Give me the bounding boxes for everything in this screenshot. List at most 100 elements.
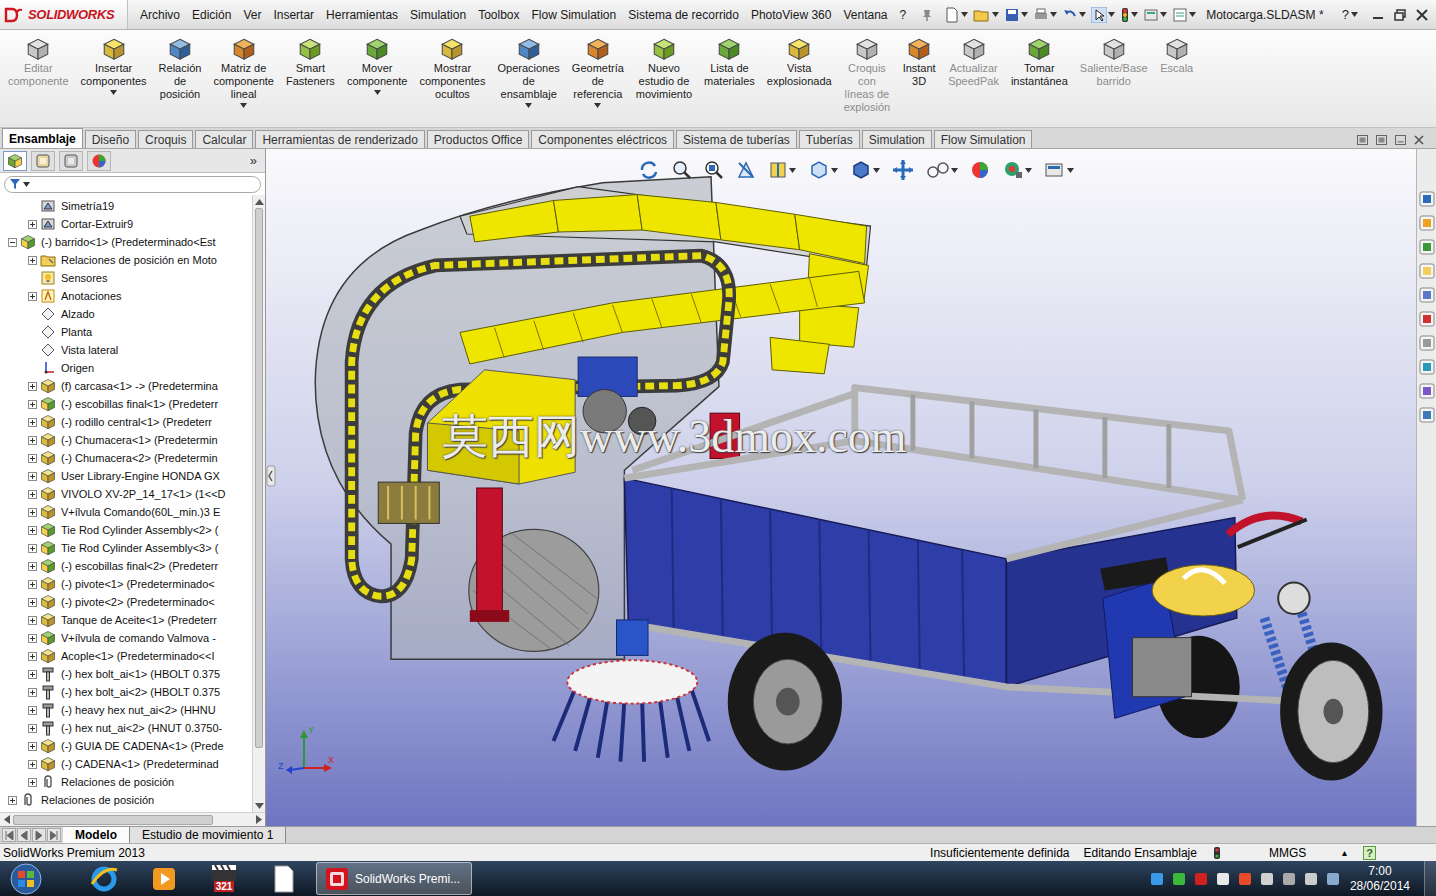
tree-item[interactable]: (-) Chumacera<2> (Predetermin bbox=[0, 449, 252, 467]
tree-expander[interactable] bbox=[26, 254, 38, 266]
minimize-icon[interactable] bbox=[1372, 9, 1384, 21]
expand-icon[interactable] bbox=[28, 418, 37, 427]
tree-item[interactable]: (-) rodillo central<1> (Predeterr bbox=[0, 413, 252, 431]
tree-item[interactable]: Relaciones de posición bbox=[0, 773, 252, 791]
task-pane-tab-icon[interactable] bbox=[1419, 333, 1435, 353]
first-tab-icon[interactable] bbox=[2, 828, 16, 842]
expand-icon[interactable] bbox=[28, 526, 37, 535]
tree-item[interactable]: Relaciones de posición bbox=[0, 791, 252, 809]
tree-item[interactable]: (f) carcasa<1> -> (Predetermina bbox=[0, 377, 252, 395]
expand-icon[interactable] bbox=[28, 436, 37, 445]
ribbon-button[interactable]: Matriz decomponentelineal bbox=[207, 30, 280, 109]
tree-item[interactable]: Planta bbox=[0, 323, 252, 341]
tray-icon[interactable] bbox=[1238, 872, 1252, 886]
panel-tab[interactable] bbox=[31, 151, 55, 171]
tree-expander[interactable] bbox=[26, 578, 38, 590]
task-pane-tab-icon[interactable] bbox=[1419, 405, 1435, 425]
expand-icon[interactable] bbox=[28, 652, 37, 661]
menu-item[interactable]: Herramientas bbox=[320, 6, 404, 24]
tree-item[interactable]: Relaciones de posición en Moto bbox=[0, 251, 252, 269]
tree-item[interactable]: (-) hex bolt_ai<2> (HBOLT 0.375 bbox=[0, 683, 252, 701]
tree-item[interactable]: (-) heavy hex nut_ai<2> (HHNU bbox=[0, 701, 252, 719]
expand-icon[interactable] bbox=[28, 544, 37, 553]
view-tool-button[interactable] bbox=[704, 160, 724, 180]
tree-item[interactable]: Sensores bbox=[0, 269, 252, 287]
minimize-view-icon[interactable] bbox=[1395, 135, 1406, 145]
dropdown-arrow-icon[interactable] bbox=[525, 103, 532, 108]
tray-icon[interactable] bbox=[1194, 872, 1208, 886]
ribbon-button[interactable]: Tomarinstantánea bbox=[1005, 30, 1074, 96]
task-pane-tab-icon[interactable] bbox=[1419, 381, 1435, 401]
clock[interactable]: 7:0028/06/2014 bbox=[1350, 864, 1424, 894]
expand-icon[interactable] bbox=[28, 454, 37, 463]
expand-icon[interactable] bbox=[28, 742, 37, 751]
task-pane-tab-icon[interactable] bbox=[1419, 189, 1435, 209]
command-tab[interactable]: Flow Simulation bbox=[934, 130, 1033, 148]
expand-icon[interactable] bbox=[28, 634, 37, 643]
ribbon-button[interactable]: Geometríadereferencia bbox=[566, 30, 630, 109]
tree-expander[interactable] bbox=[26, 506, 38, 518]
ribbon-button[interactable]: Operacionesdeensamblaje bbox=[491, 30, 565, 109]
tree-item[interactable]: (-) pivote<1> (Predeterminado< bbox=[0, 575, 252, 593]
command-tab[interactable]: Ensamblaje bbox=[2, 128, 83, 148]
tray-icon[interactable] bbox=[1304, 872, 1318, 886]
quick-access-button[interactable] bbox=[1091, 7, 1115, 23]
assembly-model[interactable] bbox=[266, 149, 1416, 826]
task-pane-tab-icon[interactable] bbox=[1419, 357, 1435, 377]
tree-expander[interactable] bbox=[26, 632, 38, 644]
tray-icon[interactable] bbox=[1150, 872, 1164, 886]
tile-icon[interactable] bbox=[1357, 135, 1368, 145]
scroll-thumb[interactable] bbox=[255, 208, 263, 748]
rebuild-status-icon[interactable] bbox=[1213, 846, 1221, 860]
tree-expander[interactable] bbox=[26, 686, 38, 698]
ribbon-dropdown-slot[interactable] bbox=[240, 101, 247, 109]
expand-icon[interactable] bbox=[28, 508, 37, 517]
pin-icon[interactable] bbox=[920, 8, 934, 22]
expand-icon[interactable] bbox=[28, 724, 37, 733]
view-tool-button[interactable] bbox=[1002, 160, 1032, 180]
quick-access-button[interactable] bbox=[1120, 7, 1138, 23]
tree-expander[interactable] bbox=[26, 758, 38, 770]
tree-expander[interactable] bbox=[26, 722, 38, 734]
expand-icon[interactable] bbox=[28, 598, 37, 607]
task-pane-tab-icon[interactable] bbox=[1419, 261, 1435, 281]
tree-item[interactable]: Tie Rod Cylinder Assembly<2> ( bbox=[0, 521, 252, 539]
tree-item[interactable]: User Library-Engine HONDA GX bbox=[0, 467, 252, 485]
graphics-area[interactable]: 莫西网www.3dmox.comXYZ bbox=[266, 149, 1416, 826]
quick-access-button[interactable] bbox=[1033, 7, 1057, 23]
menu-item[interactable]: Archivo bbox=[134, 6, 186, 24]
command-tab[interactable]: Simulation bbox=[862, 130, 932, 148]
tree-filter-field[interactable] bbox=[4, 176, 261, 193]
command-tab[interactable]: Calcular bbox=[195, 130, 253, 148]
tree-item[interactable]: Acople<1> (Predeterminado<<I bbox=[0, 647, 252, 665]
tree-expander[interactable] bbox=[26, 398, 38, 410]
tray-icon[interactable] bbox=[1260, 872, 1274, 886]
scroll-up-icon[interactable] bbox=[253, 195, 265, 208]
expand-icon[interactable] bbox=[28, 292, 37, 301]
quick-access-button[interactable] bbox=[1004, 7, 1028, 23]
command-tab[interactable]: Tuberías bbox=[799, 130, 860, 148]
expand-icon[interactable] bbox=[28, 778, 37, 787]
ribbon-button[interactable]: Relacióndeposición bbox=[153, 30, 208, 109]
view-tool-button[interactable] bbox=[1044, 160, 1074, 180]
tree-item[interactable]: Tanque de Aceite<1> (Predeterr bbox=[0, 611, 252, 629]
menu-item[interactable]: Toolbox bbox=[472, 6, 525, 24]
scroll-thumb[interactable] bbox=[13, 815, 213, 825]
quick-access-button[interactable] bbox=[1172, 7, 1196, 23]
unit-system[interactable]: MMGS bbox=[1269, 844, 1306, 862]
tree-item[interactable]: Anotaciones bbox=[0, 287, 252, 305]
tree-item[interactable]: (-) pivote<2> (Predeterminado< bbox=[0, 593, 252, 611]
view-tool-button[interactable] bbox=[672, 160, 692, 180]
tray-icon[interactable] bbox=[1326, 872, 1340, 886]
menu-item[interactable]: Ver bbox=[237, 6, 267, 24]
ribbon-dropdown-slot[interactable] bbox=[374, 88, 381, 96]
model-tab[interactable]: Modelo bbox=[63, 827, 130, 843]
ribbon-button[interactable]: Instant3D bbox=[896, 30, 942, 96]
show-desktop-button[interactable] bbox=[1424, 861, 1436, 896]
tree-item[interactable]: Cortar-Extruir9 bbox=[0, 215, 252, 233]
task-pane-tab-icon[interactable] bbox=[1419, 237, 1435, 257]
task-pane-tab-icon[interactable] bbox=[1419, 309, 1435, 329]
tree-horizontal-scrollbar[interactable] bbox=[0, 812, 265, 826]
tree-expander[interactable] bbox=[26, 452, 38, 464]
view-tool-button[interactable] bbox=[926, 160, 958, 180]
